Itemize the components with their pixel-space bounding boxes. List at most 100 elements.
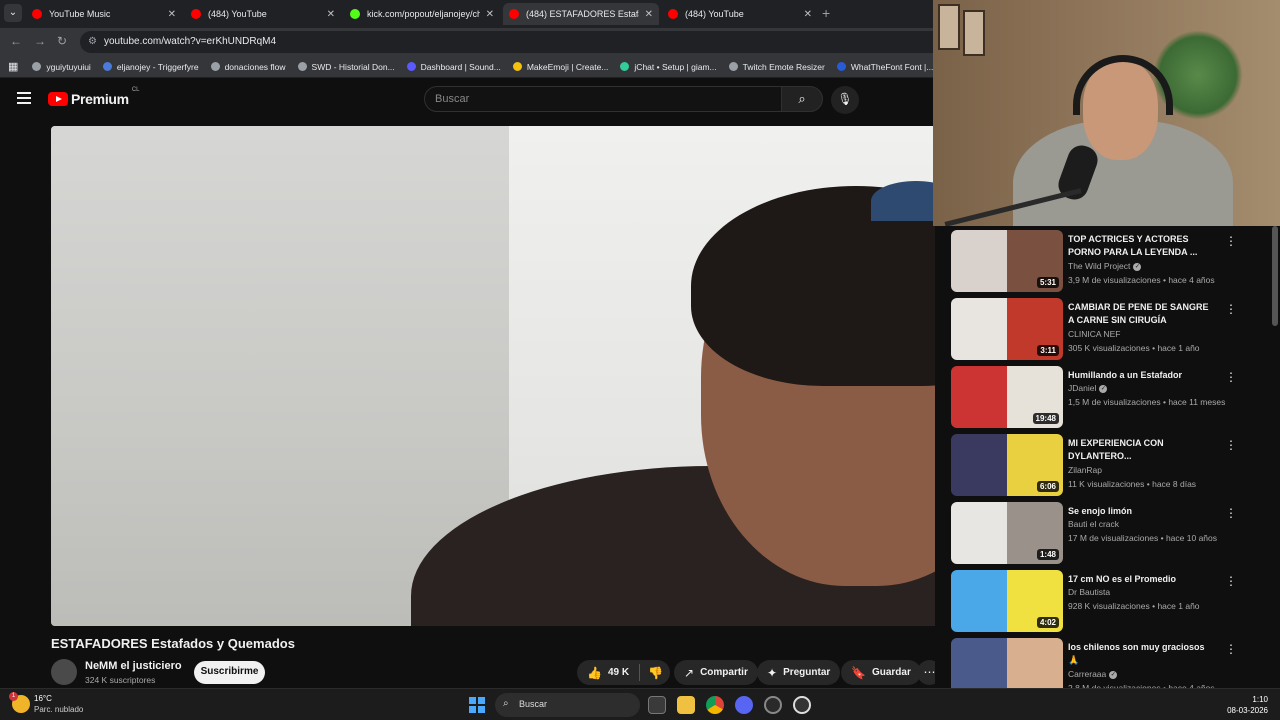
recommended-channel-name[interactable]: Carreraaa: [1068, 669, 1106, 679]
tab-close-icon[interactable]: ✕: [168, 9, 176, 20]
bookmark-item[interactable]: yguiytuyuiui: [32, 62, 91, 72]
bookmark-item[interactable]: MakeEmoji | Create...: [512, 62, 608, 72]
forward-arrow-icon[interactable]: →: [34, 34, 46, 48]
video-thumbnail[interactable]: 4:02: [951, 570, 1063, 632]
site-info-icon[interactable]: ⚙: [88, 36, 97, 47]
video-thumbnail[interactable]: 1:48: [951, 502, 1063, 564]
recommended-channel-name[interactable]: JDaniel: [1068, 383, 1096, 393]
address-bar[interactable]: ⚙ youtube.com/watch?v=erKhUNDRqM4: [80, 31, 935, 53]
youtube-premium-logo[interactable]: Premium CL: [48, 87, 139, 107]
bookmark-item[interactable]: Twitch Emote Resizer: [728, 62, 825, 72]
like-count[interactable]: 49 K: [608, 667, 629, 678]
bookmark-item[interactable]: donaciones flow: [210, 62, 286, 72]
recommended-video-title[interactable]: 17 cm NO es el Promedio: [1068, 573, 1210, 586]
tab-close-icon[interactable]: ✕: [645, 9, 653, 20]
browser-tab[interactable]: (484) ESTAFADORES Estafados y ✕: [503, 3, 659, 25]
reload-icon[interactable]: ↻: [57, 34, 67, 48]
browser-tab[interactable]: kick.com/popout/eljanojey/cha ✕: [344, 3, 500, 25]
app-icon[interactable]: [764, 696, 782, 714]
recommended-video[interactable]: los chilenos son muy graciosos 🙏 Carreraa…: [951, 638, 1261, 688]
url-text[interactable]: youtube.com/watch?v=erKhUNDRqM4: [104, 36, 276, 47]
recommended-video[interactable]: 1:48 Se enojo limón Bauti el crack 17 M de …: [951, 502, 1261, 564]
video-thumbnail[interactable]: 5:31: [951, 230, 1063, 292]
recommended-channel-name[interactable]: The Wild Project: [1068, 261, 1130, 271]
tab-close-icon[interactable]: ✕: [486, 9, 494, 20]
recommended-video-title[interactable]: los chilenos son muy graciosos 🙏: [1068, 641, 1210, 667]
clock-date: 08-03-2026: [1227, 706, 1268, 715]
chrome-icon[interactable]: [706, 696, 724, 714]
bookmark-item[interactable]: eljanojey - Triggerfyre: [102, 62, 199, 72]
share-button[interactable]: ↗ Compartir: [674, 660, 758, 685]
recommended-channel-name[interactable]: Bauti el crack: [1068, 519, 1119, 529]
recommended-video[interactable]: 6:06 MI EXPERIENCIA CON DYLANTERO... Zilan…: [951, 434, 1261, 496]
recommended-video-title[interactable]: CAMBIAR DE PENE DE SANGRE A CARNE SIN CI…: [1068, 301, 1210, 327]
recommended-channel[interactable]: Carreraaa ✓: [1068, 669, 1118, 679]
video-options-kebab-icon[interactable]: ⋮: [1225, 302, 1237, 316]
tab-close-icon[interactable]: ✕: [327, 9, 335, 20]
recommended-channel-name[interactable]: CLINICA NEF: [1068, 329, 1120, 339]
tab-favicon-icon: [509, 9, 519, 19]
video-options-kebab-icon[interactable]: ⋮: [1225, 506, 1237, 520]
bookmark-item[interactable]: WhatTheFont Font |...: [836, 62, 933, 72]
recommended-channel-name[interactable]: ZilanRap: [1068, 465, 1102, 475]
channel-avatar[interactable]: [51, 659, 77, 685]
bookmark-label: SWD - Historial Don...: [311, 61, 395, 72]
video-thumbnail[interactable]: 3:11: [951, 298, 1063, 360]
recommended-video[interactable]: 4:02 17 cm NO es el Promedio Dr Bautista 92…: [951, 570, 1261, 632]
apps-grid-icon[interactable]: ▦: [8, 60, 18, 73]
discord-icon[interactable]: [735, 696, 753, 714]
recommended-video[interactable]: 19:48 Humillando a un Estafador JDaniel ✓ 1,…: [951, 366, 1261, 428]
bookmark-item[interactable]: Dashboard | Sound...: [406, 62, 501, 72]
video-thumbnail[interactable]: [951, 638, 1063, 688]
like-thumb-up-icon[interactable]: 👍: [587, 666, 602, 680]
ask-button[interactable]: ✦ Preguntar: [757, 660, 841, 685]
browser-tab[interactable]: (484) YouTube ✕: [662, 3, 818, 25]
search-button[interactable]: ⌕: [781, 86, 823, 112]
browser-tab[interactable]: YouTube Music ✕: [26, 3, 182, 25]
video-options-kebab-icon[interactable]: ⋮: [1225, 438, 1237, 452]
video-options-kebab-icon[interactable]: ⋮: [1225, 574, 1237, 588]
recommended-video[interactable]: 3:11 CAMBIAR DE PENE DE SANGRE A CARNE SI…: [951, 298, 1261, 360]
recommended-channel[interactable]: CLINICA NEF: [1068, 329, 1120, 339]
bookmark-item[interactable]: SWD - Historial Don...: [297, 61, 395, 72]
recommendations-scrollbar[interactable]: [1272, 226, 1278, 326]
subscribe-button[interactable]: Suscribirme: [194, 661, 265, 684]
channel-name[interactable]: NeMM el justiciero: [85, 660, 182, 672]
video-options-kebab-icon[interactable]: ⋮: [1225, 642, 1237, 656]
recommended-channel[interactable]: ZilanRap: [1068, 465, 1102, 475]
video-player[interactable]: [51, 126, 935, 626]
search-input[interactable]: Buscar: [424, 86, 782, 112]
bookmark-item[interactable]: jChat • Setup | giam...: [620, 62, 717, 72]
menu-hamburger-icon[interactable]: [17, 92, 31, 104]
tab-close-icon[interactable]: ✕: [804, 9, 812, 20]
recommended-channel[interactable]: Dr Bautista: [1068, 587, 1110, 597]
new-tab-plus-icon[interactable]: +: [822, 5, 830, 21]
system-clock[interactable]: 1:10 08-03-2026: [1227, 694, 1268, 716]
file-explorer-icon[interactable]: [677, 696, 695, 714]
verified-check-icon: ✓: [1109, 670, 1118, 679]
video-thumbnail[interactable]: 19:48: [951, 366, 1063, 428]
recommended-video-title[interactable]: TOP ACTRICES Y ACTORES PORNO PARA LA LEY…: [1068, 233, 1210, 259]
save-button[interactable]: 🔖 Guardar: [841, 660, 921, 685]
windows-start-icon[interactable]: [469, 697, 485, 713]
task-view-icon[interactable]: [648, 696, 666, 714]
recommended-channel[interactable]: Bauti el crack: [1068, 519, 1119, 529]
recommended-channel-name[interactable]: Dr Bautista: [1068, 587, 1110, 597]
recommended-channel[interactable]: The Wild Project ✓: [1068, 261, 1142, 271]
browser-tab[interactable]: (484) YouTube ✕: [185, 3, 341, 25]
recommended-video[interactable]: 5:31 TOP ACTRICES Y ACTORES PORNO PARA LA…: [951, 230, 1261, 292]
video-thumbnail[interactable]: 6:06: [951, 434, 1063, 496]
tab-search-chevron-icon[interactable]: ⌄: [4, 4, 22, 22]
voice-search-mic-icon[interactable]: 🎙: [831, 86, 859, 114]
recommended-video-title[interactable]: MI EXPERIENCIA CON DYLANTERO...: [1068, 437, 1210, 463]
recommended-channel[interactable]: JDaniel ✓: [1068, 383, 1108, 393]
taskbar-search[interactable]: ⌕ Buscar: [495, 693, 640, 717]
dislike-thumb-down-icon[interactable]: 👎: [648, 666, 663, 680]
video-options-kebab-icon[interactable]: ⋮: [1225, 234, 1237, 248]
back-arrow-icon[interactable]: ←: [10, 34, 22, 48]
video-options-kebab-icon[interactable]: ⋮: [1225, 370, 1237, 384]
recommended-video-title[interactable]: Humillando a un Estafador: [1068, 369, 1210, 382]
recommended-video-title[interactable]: Se enojo limón: [1068, 505, 1210, 518]
obs-icon[interactable]: [793, 696, 811, 714]
weather-widget[interactable]: 1 16°C Parc. nublado: [9, 692, 83, 715]
